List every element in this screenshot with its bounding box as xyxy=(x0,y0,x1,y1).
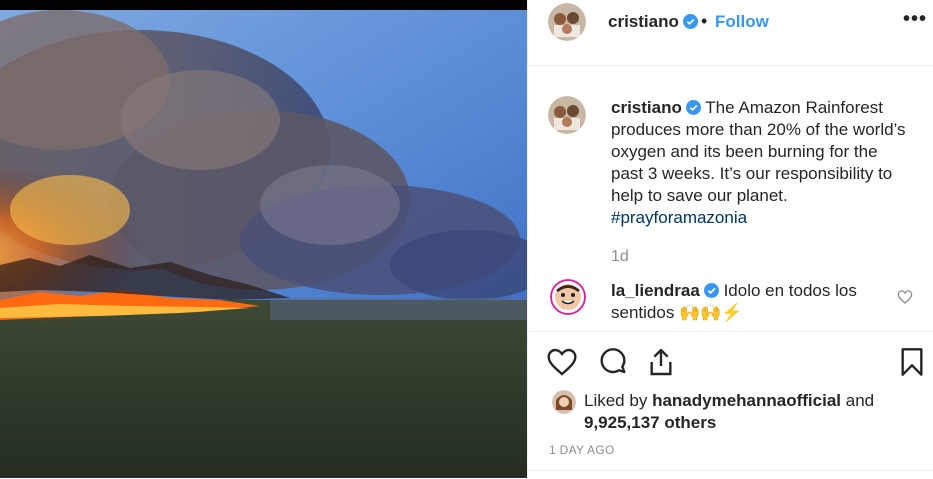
verified-badge-icon xyxy=(682,14,698,29)
comment: la_liendraa Idolo en todos los sentidos … xyxy=(611,280,881,324)
likes-prefix: Liked by xyxy=(584,391,648,410)
liker-avatar[interactable] xyxy=(552,390,576,414)
hashtag-link[interactable]: #prayforamazonia xyxy=(611,208,747,227)
heart-icon[interactable] xyxy=(546,346,578,378)
verified-badge-icon xyxy=(685,100,701,115)
post-actions: Liked by hanadymehannaofficial and 9,925… xyxy=(528,331,933,479)
caption-time: 1d xyxy=(611,248,629,265)
post-caption: cristiano The Amazon Rainforest produces… xyxy=(611,97,911,229)
more-options-button[interactable]: ••• xyxy=(903,8,927,31)
caption-author-avatar[interactable] xyxy=(548,96,586,134)
likes-others-count[interactable]: 9,925,137 others xyxy=(584,413,716,432)
post-side-panel: cristiano • Follow ••• cristiano The Ama… xyxy=(527,0,933,478)
amazon-fire-image xyxy=(0,0,527,478)
liker-username[interactable]: hanadymehannaofficial xyxy=(652,391,841,410)
separator-dot: • xyxy=(701,11,708,31)
bookmark-icon[interactable] xyxy=(896,346,928,378)
divider xyxy=(528,470,933,471)
verified-badge-icon xyxy=(703,283,719,298)
author-username[interactable]: cristiano xyxy=(608,12,698,32)
comment-author[interactable]: la_liendraa xyxy=(611,281,700,300)
post-photo[interactable] xyxy=(0,0,527,478)
likes-summary: Liked by hanadymehannaofficial and 9,925… xyxy=(584,390,904,434)
author-avatar[interactable] xyxy=(548,3,586,41)
post-timestamp[interactable]: 1 DAY AGO xyxy=(549,443,615,457)
caption-author[interactable]: cristiano xyxy=(611,98,682,117)
share-icon[interactable] xyxy=(645,346,677,378)
commenter-avatar[interactable] xyxy=(550,279,586,315)
comment-like-heart-icon[interactable] xyxy=(897,289,913,305)
follow-button[interactable]: Follow xyxy=(715,12,769,32)
likes-and: and xyxy=(845,391,875,410)
comment-bubble-icon[interactable] xyxy=(597,346,629,378)
post-header: cristiano • Follow ••• xyxy=(528,0,933,66)
